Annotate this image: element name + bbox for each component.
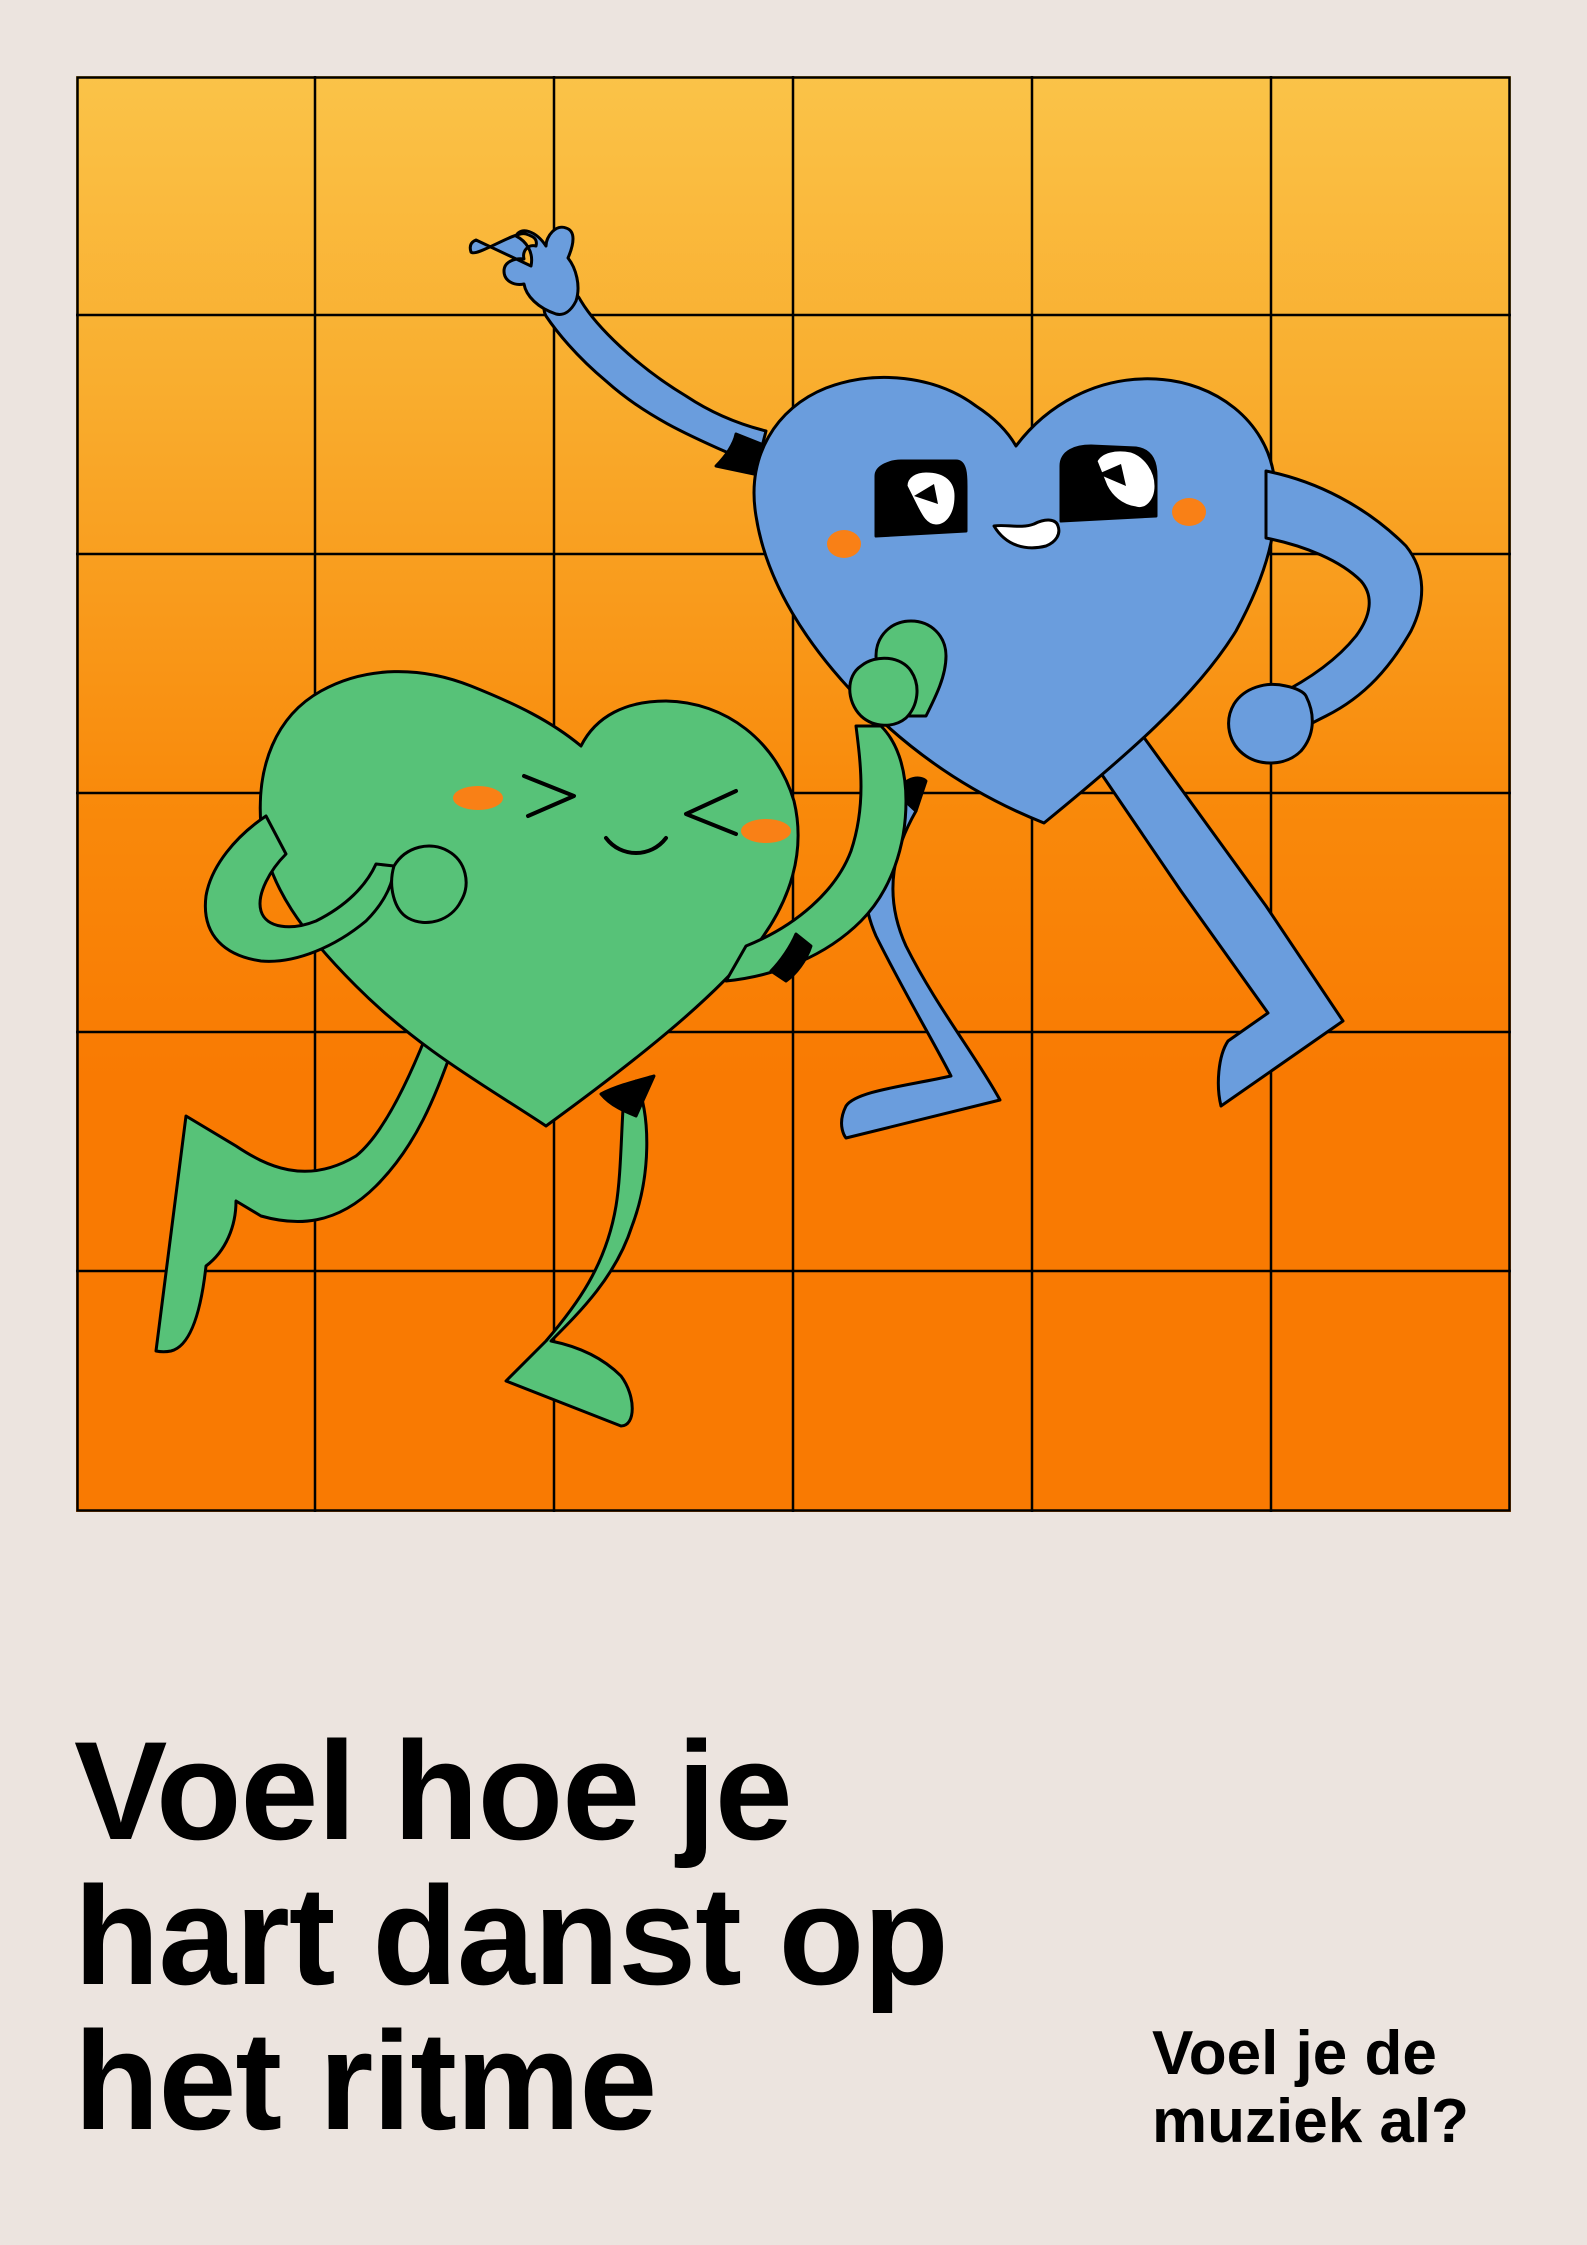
green-heart-right-fist (848, 656, 919, 727)
poster-headline: Voel hoe je hart danst op het ritme (74, 1718, 1074, 2153)
tagline-line-1: Voel je de (1152, 2019, 1437, 2088)
tagline-line-2: muziek al? (1152, 2087, 1469, 2156)
green-heart-blush-left (453, 786, 503, 810)
poster-tagline: Voel je de muziek al? (1152, 2020, 1469, 2156)
green-heart-blush-right (741, 819, 791, 843)
green-heart-left-fist (390, 844, 468, 924)
dancing-hearts-illustration (76, 76, 1511, 1512)
blue-heart-blush-left (827, 530, 861, 558)
blue-heart-hip-fist (1227, 682, 1314, 765)
headline-line-1: Voel hoe je (74, 1712, 793, 1869)
headline-line-2: hart danst op (74, 1857, 949, 2014)
headline-line-3: het ritme (74, 2002, 657, 2159)
artwork (76, 76, 1511, 1512)
blue-heart-blush-right (1172, 498, 1206, 526)
